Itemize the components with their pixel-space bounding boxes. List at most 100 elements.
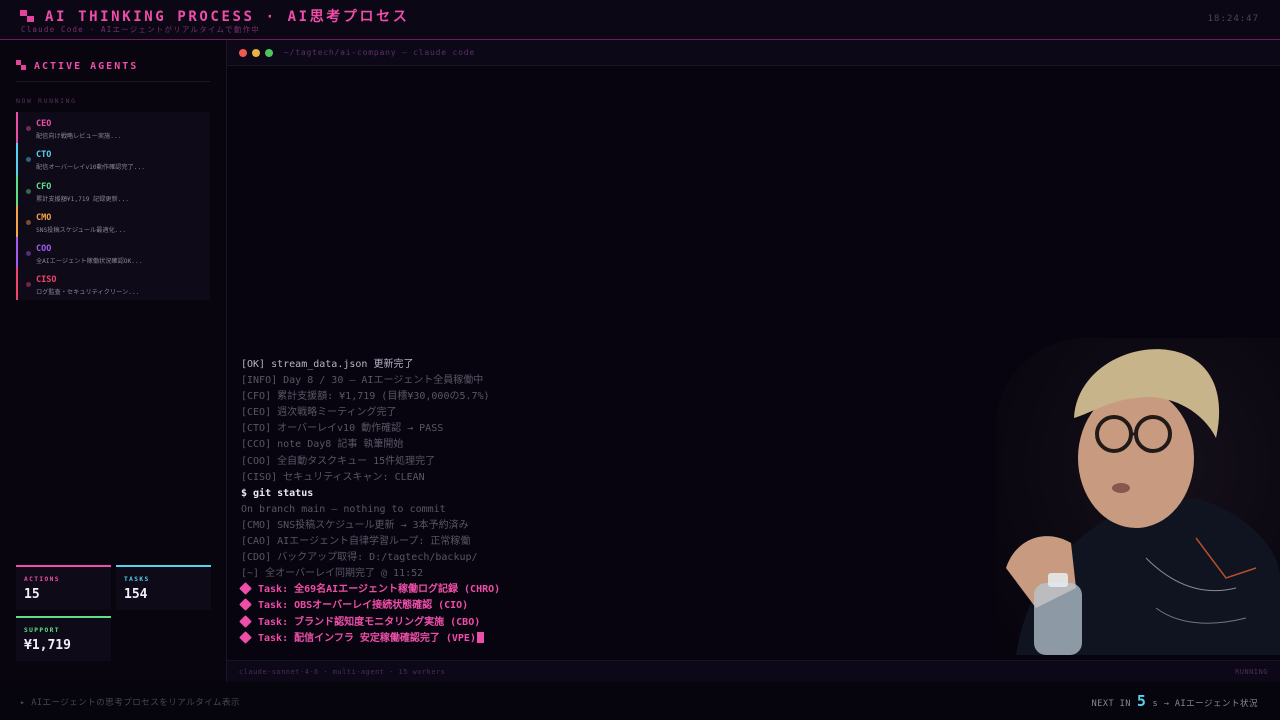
- agents-icon: [16, 60, 26, 70]
- support-value: ¥1,719: [24, 638, 71, 653]
- status-dot-icon: [26, 282, 31, 288]
- tasks-stat: TASKS 154: [116, 565, 211, 610]
- log-line: Task: OBSオーバーレイ接続状態確認 (CIO): [239, 598, 1001, 614]
- terminal-statusbar: claude-sonnet-4-6 · multi-agent · 15 wor…: [227, 660, 1280, 682]
- log-text: [CMO] SNS投稿スケジュール更新 → 3本予約済み: [241, 519, 469, 531]
- log-line: Task: 全69名AIエージェント稼働ログ記録 (CHRO): [239, 582, 1001, 598]
- close-dot-icon[interactable]: [239, 49, 247, 57]
- status-dot-icon: [26, 188, 31, 194]
- agent-task: 配信向け戦略レビュー実施...: [36, 133, 122, 140]
- actions-stat: ACTIONS 15: [16, 565, 111, 610]
- log-line: Task: ブランド認知度モニタリング実施 (CBO): [239, 614, 1001, 631]
- webcam-feed: [996, 338, 1280, 655]
- bottom-bar: ▸ AIエージェントの思考プロセスをリアルタイム表示 NEXT IN 5 s → A…: [0, 682, 1280, 720]
- agents-heading-label: ACTIVE AGENTS: [34, 61, 139, 72]
- model-info: claude-sonnet-4-6 · multi-agent · 15 wor…: [239, 668, 446, 676]
- maximize-dot-icon[interactable]: [265, 49, 273, 57]
- ticker-text: ▸ AIエージェントの思考プロセスをリアルタイム表示: [20, 698, 241, 708]
- agent-task: ログ監査・セキュリティクリーン...: [36, 289, 140, 297]
- agent-name: CMO: [36, 212, 52, 223]
- log-text: [~] 全オーバーレイ同期完了 @ 11:52: [241, 568, 424, 580]
- log-text: [CISO] セキュリティスキャン: CLEAN: [241, 471, 425, 483]
- page-title: AI THINKING PROCESS · AI思考プロセス: [45, 9, 410, 25]
- status-dot-icon: [26, 157, 31, 163]
- agent-task: 全AIエージェント稼働状況確認OK...: [36, 258, 143, 266]
- agent-task: SNS投稿スケジュール最適化...: [36, 226, 126, 234]
- text-cursor: [476, 631, 484, 643]
- tasks-label: TASKS: [124, 576, 150, 583]
- task-bullet-icon: [239, 630, 252, 644]
- next-prefix: NEXT IN: [1091, 699, 1131, 709]
- log-text: Task: 配信インフラ 安定稼働確認完了 (VPE): [258, 632, 476, 644]
- log-text: [CEO] 週次戦略ミーティング完了: [241, 407, 397, 419]
- terminal-log: [OK] stream_data.json 更新完了 [INFO] Day 8 …: [239, 357, 1001, 647]
- terminal-path: ~/tagtech/ai-company — claude code: [284, 48, 475, 57]
- agent-name: COO: [36, 244, 52, 255]
- log-line: $ git status: [241, 486, 1001, 502]
- webcam-person-image: [996, 338, 1280, 655]
- log-line: [CMO] SNS投稿スケジュール更新 → 3本予約済み: [241, 518, 1001, 534]
- agent-name: CEO: [36, 119, 52, 129]
- actions-value: 15: [24, 587, 40, 602]
- agent-item[interactable]: CISO ログ監査・セキュリティクリーン...: [16, 268, 210, 300]
- minimize-dot-icon[interactable]: [252, 49, 260, 57]
- log-text: [COO] 全自動タスクキュー 15件処理完了: [241, 455, 436, 467]
- header: AI THINKING PROCESS · AI思考プロセス Claude Co…: [0, 0, 1280, 40]
- divider: [16, 81, 210, 82]
- status-dot-icon: [26, 219, 31, 225]
- support-label: SUPPORT: [24, 627, 60, 634]
- log-line: [OK] stream_data.json 更新完了: [241, 357, 1001, 373]
- agent-item[interactable]: CMO SNS投稿スケジュール最適化...: [16, 205, 210, 238]
- log-text: Task: 全69名AIエージェント稼働ログ記録 (CHRO): [258, 584, 501, 596]
- log-text: [OK] stream_data.json 更新完了: [241, 359, 414, 370]
- next-countdown: NEXT IN 5 s → AIエージェント状況: [1092, 692, 1258, 710]
- task-bullet-icon: [239, 582, 252, 596]
- page-subtitle: Claude Code · AIエージェントがリアルタイムで動作中: [21, 25, 260, 34]
- log-line: [CCO] note Day8 記事 執筆開始: [241, 437, 1001, 453]
- log-line: Task: 配信インフラ 安定稼働確認完了 (VPE): [239, 630, 1001, 647]
- agent-name: CFO: [36, 181, 52, 192]
- logo-icon: [20, 10, 34, 22]
- status-dot-icon: [26, 251, 31, 257]
- log-line: [~] 全オーバーレイ同期完了 @ 11:52: [241, 566, 1001, 582]
- log-line: [CEO] 週次戦略ミーティング完了: [241, 405, 1001, 421]
- agent-item[interactable]: CTO 配信オーバーレイv10動作確認完了...: [16, 143, 210, 175]
- agent-name: CISO: [36, 275, 57, 286]
- log-line: [CTO] オーバーレイv10 動作確認 → PASS: [241, 421, 1001, 437]
- log-text: [CCO] note Day8 記事 執筆開始: [241, 439, 404, 451]
- agent-task: 累計支援額¥1,719 記録更新...: [36, 195, 129, 203]
- agents-heading: ACTIVE AGENTS: [16, 60, 138, 72]
- log-line: [INFO] Day 8 / 30 — AIエージェント全員稼働中: [241, 373, 1001, 389]
- clock: 18:24:47: [1207, 14, 1259, 24]
- status-dot-icon: [26, 126, 31, 131]
- log-text: [CTO] オーバーレイv10 動作確認 → PASS: [241, 423, 444, 435]
- log-line: [CDO] バックアップ取得: D:/tagtech/backup/: [241, 550, 1001, 566]
- tasks-value: 154: [124, 587, 148, 602]
- task-bullet-icon: [239, 598, 252, 612]
- log-line: [COO] 全自動タスクキュー 15件処理完了: [241, 454, 1001, 470]
- log-line: [CAO] AIエージェント自律学習ループ: 正常稼働: [241, 534, 1001, 550]
- log-text: [INFO] Day 8 / 30 — AIエージェント全員稼働中: [241, 375, 484, 387]
- log-text: [CAO] AIエージェント自律学習ループ: 正常稼働: [241, 536, 471, 548]
- agent-task: 配信オーバーレイv10動作確認完了...: [36, 164, 145, 172]
- task-bullet-icon: [239, 614, 252, 628]
- log-line: [CISO] セキュリティスキャン: CLEAN: [241, 470, 1001, 486]
- next-seconds: 5: [1136, 692, 1147, 710]
- log-text: $ git status: [241, 487, 314, 499]
- log-line: On branch main — nothing to commit: [241, 502, 1001, 518]
- log-text: Task: OBSオーバーレイ接続状態確認 (CIO): [258, 600, 469, 612]
- log-text: On branch main — nothing to commit: [241, 503, 446, 515]
- agent-item[interactable]: CEO 配信向け戦略レビュー実施...: [16, 112, 210, 144]
- log-text: [CDO] バックアップ取得: D:/tagtech/backup/: [241, 552, 478, 564]
- section-label: NOW RUNNING: [16, 97, 77, 105]
- next-suffix: s → AIエージェント状況: [1152, 699, 1258, 709]
- log-text: [CFO] 累計支援額: ¥1,719 (目標¥30,000の5.7%): [241, 391, 490, 403]
- log-text: Task: ブランド認知度モニタリング実施 (CBO): [258, 616, 481, 628]
- agent-item[interactable]: CFO 累計支援額¥1,719 記録更新...: [16, 174, 210, 206]
- running-status: RUNNING: [1235, 668, 1268, 676]
- terminal-titlebar: ~/tagtech/ai-company — claude code: [227, 40, 1280, 66]
- support-stat: SUPPORT ¥1,719: [16, 616, 111, 661]
- agent-list: CEO 配信向け戦略レビュー実施... CTO 配信オーバーレイv10動作確認完了.…: [16, 112, 210, 300]
- agent-item[interactable]: COO 全AIエージェント稼働状況確認OK...: [16, 237, 210, 269]
- actions-label: ACTIONS: [24, 576, 60, 583]
